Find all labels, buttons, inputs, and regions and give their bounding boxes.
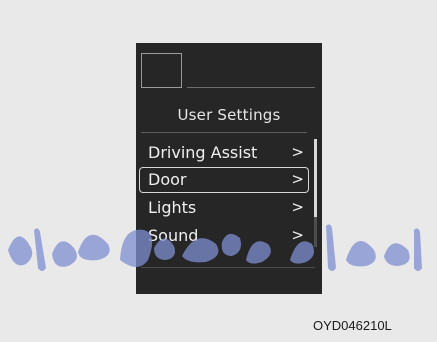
- cluster-display: User Settings Driving Assist > Door > Li…: [136, 43, 322, 294]
- chevron-right-icon: >: [291, 198, 304, 216]
- menu-item-label: Lights: [148, 198, 197, 217]
- menu-item-lights[interactable]: Lights >: [139, 195, 309, 221]
- bottom-divider: [141, 267, 315, 268]
- scrollbar[interactable]: [314, 139, 317, 247]
- chevron-right-icon: >: [291, 226, 304, 244]
- image-placeholder-box: [141, 53, 182, 88]
- title-divider: [141, 132, 307, 133]
- page-title: User Settings: [177, 106, 281, 124]
- menu-item-label: Door: [148, 170, 187, 189]
- menu-item-sound[interactable]: Sound >: [139, 223, 309, 249]
- header-divider: [187, 87, 315, 88]
- menu-item-label: Driving Assist: [148, 143, 258, 162]
- chevron-right-icon: >: [291, 170, 304, 188]
- scrollbar-thumb[interactable]: [314, 139, 317, 217]
- figure-code: OYD046210L: [313, 318, 392, 333]
- chevron-right-icon: >: [291, 143, 304, 161]
- menu-item-driving-assist[interactable]: Driving Assist >: [139, 140, 309, 166]
- menu-item-door[interactable]: Door >: [139, 167, 309, 193]
- menu-item-label: Sound: [148, 226, 199, 245]
